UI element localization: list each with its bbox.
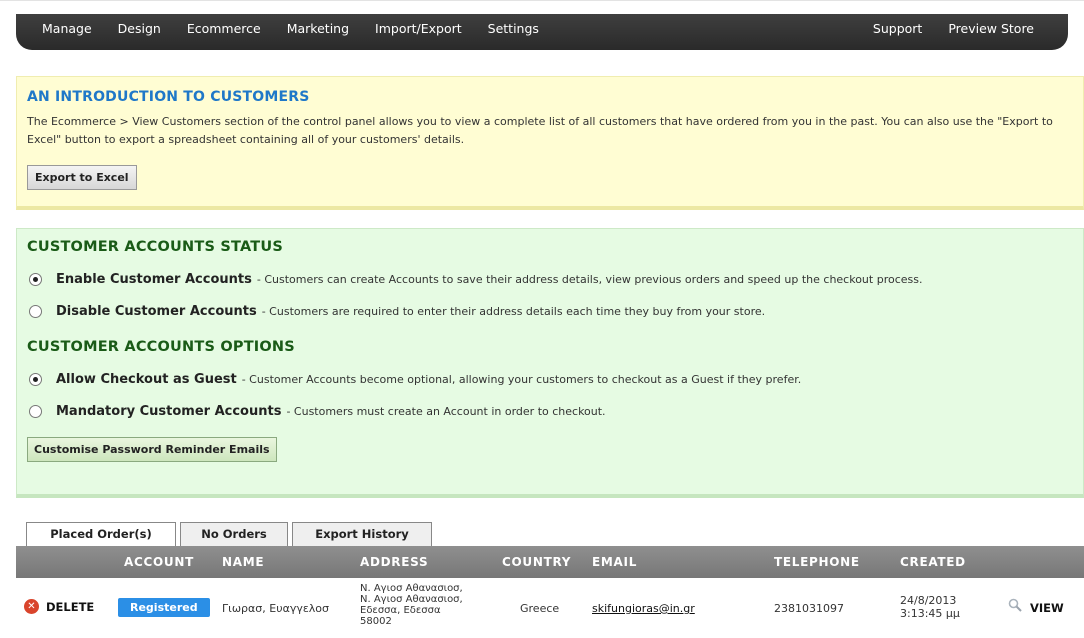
created-time: 3:13:45 μμ bbox=[900, 607, 960, 620]
account-status-badge: Registered bbox=[118, 598, 210, 617]
address-line-4: 58002 bbox=[360, 616, 392, 627]
address-line-2: Ν. Αγιοσ Αθανασιοσ, bbox=[360, 594, 463, 605]
address-line-3: Εδεσσα, Εδεσσα bbox=[360, 605, 441, 616]
customer-address: Ν. Αγιοσ Αθανασιοσ, Ν. Αγιοσ Αθανασιοσ, … bbox=[360, 583, 463, 627]
table-row: ✕ DELETE Registered Γιωρασ, Ευαγγελοσ Ν.… bbox=[16, 579, 1084, 638]
created-date: 24/8/2013 bbox=[900, 594, 957, 607]
mandatory-accounts-desc: - Customers must create an Account in or… bbox=[286, 405, 606, 418]
nav-preview-store[interactable]: Preview Store bbox=[948, 21, 1034, 36]
top-border bbox=[0, 0, 1084, 9]
tab-no-orders[interactable]: No Orders bbox=[180, 522, 288, 546]
mandatory-accounts-label: Mandatory Customer Accounts bbox=[56, 404, 282, 419]
mandatory-accounts-radio[interactable] bbox=[29, 405, 42, 418]
delete-icon[interactable]: ✕ bbox=[24, 599, 39, 614]
mandatory-accounts-option[interactable]: Mandatory Customer Accounts - Customers … bbox=[27, 404, 1073, 419]
nav-import-export[interactable]: Import/Export bbox=[375, 21, 462, 36]
nav-ecommerce[interactable]: Ecommerce bbox=[187, 21, 261, 36]
customer-name: Γιωρασ, Ευαγγελοσ bbox=[222, 602, 330, 615]
customer-tabs: Placed Order(s) No Orders Export History bbox=[26, 522, 432, 547]
address-line-1: Ν. Αγιοσ Αθανασιοσ, bbox=[360, 583, 463, 594]
guest-checkout-label: Allow Checkout as Guest bbox=[56, 372, 237, 387]
view-button[interactable]: VIEW bbox=[1030, 601, 1064, 615]
guest-checkout-desc: - Customer Accounts become optional, all… bbox=[241, 373, 802, 386]
customise-password-reminder-button[interactable]: Customise Password Reminder Emails bbox=[27, 437, 277, 462]
header-name[interactable]: NAME bbox=[222, 555, 264, 569]
export-to-excel-button[interactable]: Export to Excel bbox=[27, 165, 137, 190]
guest-checkout-radio[interactable] bbox=[29, 373, 42, 386]
customer-created: 24/8/2013 3:13:45 μμ bbox=[900, 594, 960, 620]
enable-accounts-option[interactable]: Enable Customer Accounts - Customers can… bbox=[27, 272, 1073, 287]
table-header: ACCOUNT NAME ADDRESS COUNTRY EMAIL TELEP… bbox=[16, 546, 1084, 578]
status-title: CUSTOMER ACCOUNTS STATUS bbox=[27, 239, 283, 255]
delete-button[interactable]: DELETE bbox=[46, 600, 94, 614]
intro-text: The Ecommerce > View Customers section o… bbox=[27, 115, 1053, 146]
tab-placed-orders[interactable]: Placed Order(s) bbox=[26, 522, 176, 547]
header-telephone[interactable]: TELEPHONE bbox=[774, 555, 860, 569]
nav-design[interactable]: Design bbox=[118, 21, 161, 36]
enable-accounts-desc: - Customers can create Accounts to save … bbox=[256, 273, 923, 286]
customer-country: Greece bbox=[520, 602, 560, 615]
customer-telephone: 2381031097 bbox=[774, 602, 844, 615]
customer-accounts-panel: CUSTOMER ACCOUNTS STATUS Enable Customer… bbox=[16, 228, 1084, 498]
enable-accounts-label: Enable Customer Accounts bbox=[56, 272, 252, 287]
nav-settings[interactable]: Settings bbox=[488, 21, 539, 36]
header-address[interactable]: ADDRESS bbox=[360, 555, 428, 569]
nav-marketing[interactable]: Marketing bbox=[287, 21, 349, 36]
intro-panel: AN INTRODUCTION TO CUSTOMERS The Ecommer… bbox=[16, 76, 1084, 210]
disable-accounts-label: Disable Customer Accounts bbox=[56, 304, 257, 319]
options-title: CUSTOMER ACCOUNTS OPTIONS bbox=[27, 339, 295, 355]
enable-accounts-radio[interactable] bbox=[29, 273, 42, 286]
magnifier-icon[interactable] bbox=[1008, 598, 1022, 612]
main-nav: Manage Design Ecommerce Marketing Import… bbox=[16, 14, 1068, 50]
header-created[interactable]: CREATED bbox=[900, 555, 966, 569]
tab-export-history[interactable]: Export History bbox=[292, 522, 432, 546]
customer-email-link[interactable]: skifungioras@in.gr bbox=[592, 602, 695, 615]
guest-checkout-option[interactable]: Allow Checkout as Guest - Customer Accou… bbox=[27, 372, 1073, 387]
disable-accounts-radio[interactable] bbox=[29, 305, 42, 318]
header-account[interactable]: ACCOUNT bbox=[124, 555, 194, 569]
header-country[interactable]: COUNTRY bbox=[502, 555, 571, 569]
disable-accounts-option[interactable]: Disable Customer Accounts - Customers ar… bbox=[27, 304, 1073, 319]
nav-manage[interactable]: Manage bbox=[42, 21, 92, 36]
nav-support[interactable]: Support bbox=[873, 21, 922, 36]
header-email[interactable]: EMAIL bbox=[592, 555, 637, 569]
disable-accounts-desc: - Customers are required to enter their … bbox=[261, 305, 766, 318]
intro-title: AN INTRODUCTION TO CUSTOMERS bbox=[27, 89, 310, 105]
